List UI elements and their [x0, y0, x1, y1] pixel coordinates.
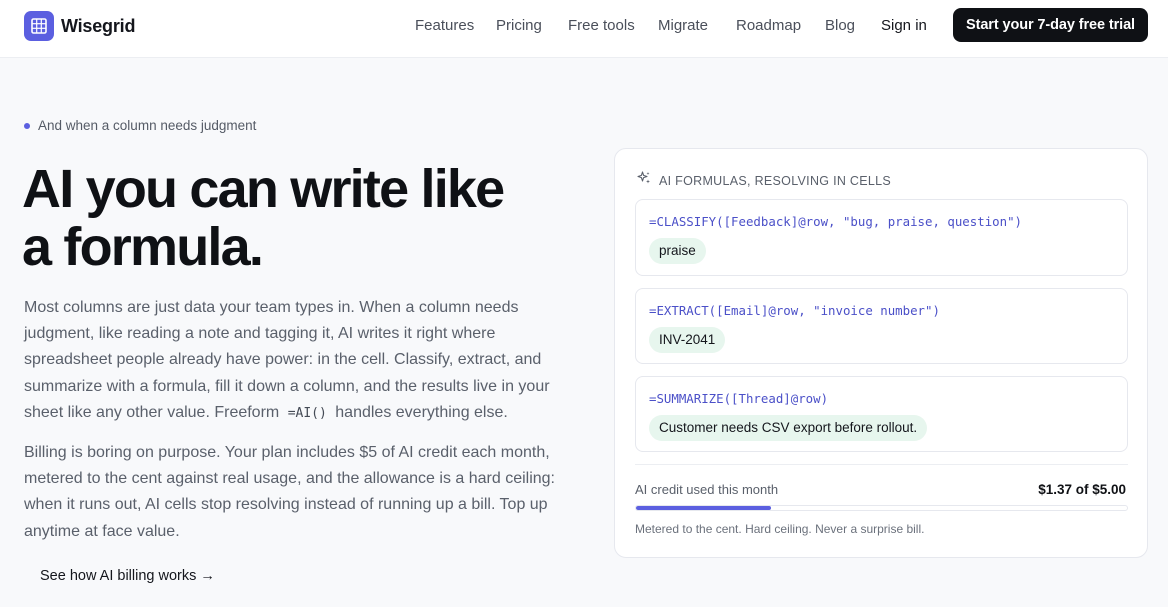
para1-text: Most columns are just data your team typ…	[24, 299, 550, 421]
ai-billing-link[interactable]: See how AI billing works →	[40, 568, 215, 584]
formula-cell-extract[interactable]: =EXTRACT([Email]@row, "invoice number") …	[635, 288, 1128, 364]
sign-in-link[interactable]: Sign in	[881, 17, 927, 34]
brand-name: Wisegrid	[61, 15, 136, 36]
nav-pricing[interactable]: Pricing	[496, 17, 542, 34]
grid-logo-icon	[24, 11, 54, 41]
formula-cell-classify[interactable]: =CLASSIFY([Feedback]@row, "bug, praise, …	[635, 199, 1128, 276]
nav-migrate[interactable]: Migrate	[658, 17, 708, 34]
formula-text: =SUMMARIZE([Thread]@row)	[649, 391, 829, 406]
nav-features[interactable]: Features	[415, 17, 474, 34]
hero-title-line1: AI you can write like	[22, 159, 505, 219]
site-header: Wisegrid Features Pricing Free tools Mig…	[0, 0, 1168, 58]
nav-roadmap[interactable]: Roadmap	[736, 17, 801, 34]
inline-code-ai: =AI()	[287, 405, 327, 421]
usage-value: $1.37 of $5.00	[1038, 482, 1126, 497]
hero-paragraph-2: Billing is boring on purpose. Your plan …	[24, 444, 555, 540]
para1-text-end: handles everything else.	[330, 403, 508, 421]
hero-title-line2: a formula.	[22, 217, 264, 277]
hero-title: AI you can write like a formula.	[22, 160, 582, 276]
formula-cell-summarize[interactable]: =SUMMARIZE([Thread]@row) Customer needs …	[635, 376, 1128, 452]
nav-blog[interactable]: Blog	[825, 17, 855, 34]
ai-formulas-card: AI FORMULAS, RESOLVING IN CELLS =CLASSIF…	[614, 148, 1148, 558]
card-header-title: AI FORMULAS, RESOLVING IN CELLS	[659, 173, 892, 188]
usage-note: Metered to the cent. Hard ceiling. Never…	[635, 522, 925, 536]
nav-free-tools[interactable]: Free tools	[568, 17, 635, 34]
result-pill: Customer needs CSV export before rollout…	[649, 415, 928, 441]
hero-paragraph-1: Most columns are just data your team typ…	[24, 295, 564, 427]
sparkle-icon	[637, 171, 651, 190]
card-divider	[635, 464, 1128, 465]
result-pill: INV-2041	[649, 327, 726, 353]
usage-progress-bar	[635, 505, 1128, 511]
formula-text: =CLASSIFY([Feedback]@row, "bug, praise, …	[649, 214, 1022, 229]
hero-eyebrow: And when a column needs judgment	[24, 118, 256, 133]
start-trial-button[interactable]: Start your 7-day free trial	[953, 8, 1148, 42]
result-pill: praise	[649, 238, 706, 264]
usage-label: AI credit used this month	[635, 482, 779, 497]
brand-logo[interactable]: Wisegrid	[24, 11, 135, 41]
usage-progress-fill	[636, 506, 771, 510]
bullet-dot-icon	[24, 122, 30, 129]
formula-text: =EXTRACT([Email]@row, "invoice number")	[649, 303, 940, 318]
card-header: AI FORMULAS, RESOLVING IN CELLS	[637, 171, 891, 190]
eyebrow-text: And when a column needs judgment	[38, 118, 257, 133]
